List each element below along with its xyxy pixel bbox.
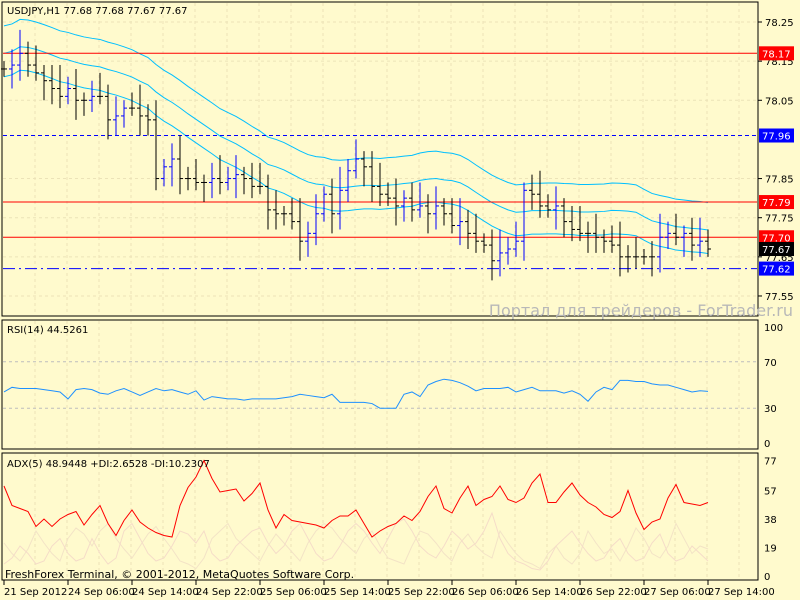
rsi-panel-frame [1, 319, 759, 450]
symbol-label: USDJPY,H1 77.68 77.68 77.67 77.67 [7, 6, 188, 17]
plus-di-line [3, 522, 709, 570]
adx-tick-label: 77 [764, 457, 777, 468]
rsi-line [3, 378, 709, 409]
time-label: 24 Sep 06:00 [68, 587, 135, 598]
y-tick-label: 78.05 [765, 96, 794, 107]
time-label: 27 Sep 14:00 [708, 587, 775, 598]
adx-tick-label: 57 [764, 487, 777, 498]
footer-copyright: FreshForex Terminal, © 2001-2012, MetaQu… [5, 568, 354, 581]
rsi-tick-label: 70 [764, 358, 777, 369]
minus-di-line [3, 511, 709, 571]
watermark: Портал для трейдеров - ForTrader.ru [489, 301, 793, 320]
time-label: 25 Sep 22:00 [388, 587, 455, 598]
time-label: 24 Sep 22:00 [196, 587, 263, 598]
time-label: 24 Sep 14:00 [132, 587, 199, 598]
time-label: 27 Sep 06:00 [644, 587, 711, 598]
adx-tick-label: 19 [764, 544, 777, 555]
price-tag-label: 77.79 [762, 198, 791, 209]
y-tick-label: 78.25 [765, 18, 794, 29]
time-label: 25 Sep 14:00 [324, 587, 391, 598]
adx-tick-label: 0 [764, 572, 770, 583]
price-tag-label: 78.17 [762, 49, 791, 60]
adx-panel-frame [1, 452, 759, 581]
time-label: 26 Sep 06:00 [452, 587, 519, 598]
rsi-tick-label: 100 [764, 323, 783, 334]
current-price-label: 77.67 [762, 245, 791, 256]
time-label: 25 Sep 06:00 [260, 587, 327, 598]
price-tag-label: 77.62 [762, 265, 791, 276]
time-label: 26 Sep 22:00 [580, 587, 647, 598]
y-tick-label: 77.75 [765, 214, 794, 225]
adx-line [3, 459, 709, 538]
chart-canvas[interactable]: Портал для трейдеров - ForTrader.ru 78.2… [0, 0, 800, 600]
time-label: 26 Sep 14:00 [516, 587, 583, 598]
rsi-tick-label: 30 [764, 404, 777, 415]
time-label: 21 Sep 2012 [4, 587, 67, 598]
y-tick-label: 77.85 [765, 175, 794, 186]
price-tag-label: 77.96 [762, 132, 791, 143]
y-tick-label: 77.55 [765, 292, 794, 303]
adx-tick-label: 38 [764, 515, 777, 526]
rsi-tick-label: 0 [764, 439, 770, 450]
adx-label: ADX(5) 48.9448 +DI:2.6528 -DI:10.2307 [7, 459, 210, 470]
rsi-label: RSI(14) 44.5261 [7, 325, 88, 336]
